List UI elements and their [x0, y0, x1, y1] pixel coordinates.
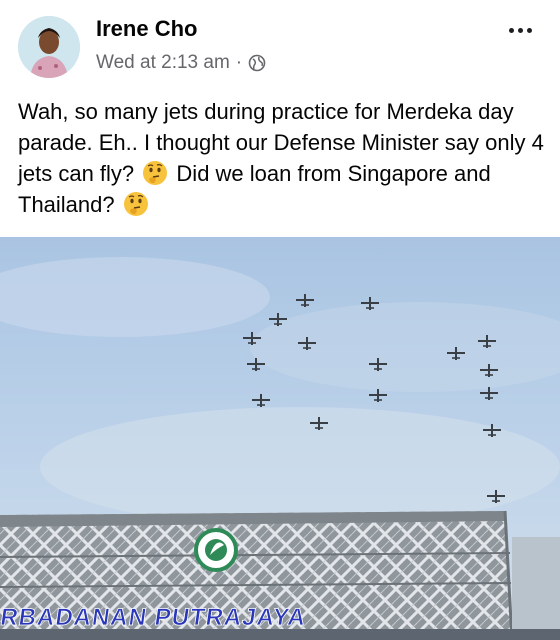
post-photo[interactable]: PERBADANAN PUTRAJAYA — [0, 237, 560, 640]
avatar[interactable] — [18, 16, 80, 78]
photo-canvas: PERBADANAN PUTRAJAYA — [0, 237, 560, 640]
perbadanan-putrajaya-logo-icon — [194, 528, 238, 572]
avatar-image — [18, 16, 80, 78]
post-timestamp[interactable]: Wed at 2:13 am — [96, 52, 230, 74]
building-sign: PERBADANAN PUTRAJAYA — [0, 604, 308, 631]
post-meta: Wed at 2:13 am · — [96, 52, 266, 74]
more-options-icon[interactable] — [502, 16, 538, 44]
author-name[interactable]: Irene Cho — [96, 16, 197, 42]
meta-separator: · — [235, 52, 243, 73]
thinking-face-emoji — [123, 192, 148, 216]
thinking-face-emoji — [143, 161, 168, 185]
post-text: Wah, so many jets during practice for Me… — [18, 96, 548, 220]
post-header: Irene Cho Wed at 2:13 am · — [0, 0, 560, 90]
globe-icon[interactable] — [248, 54, 266, 72]
